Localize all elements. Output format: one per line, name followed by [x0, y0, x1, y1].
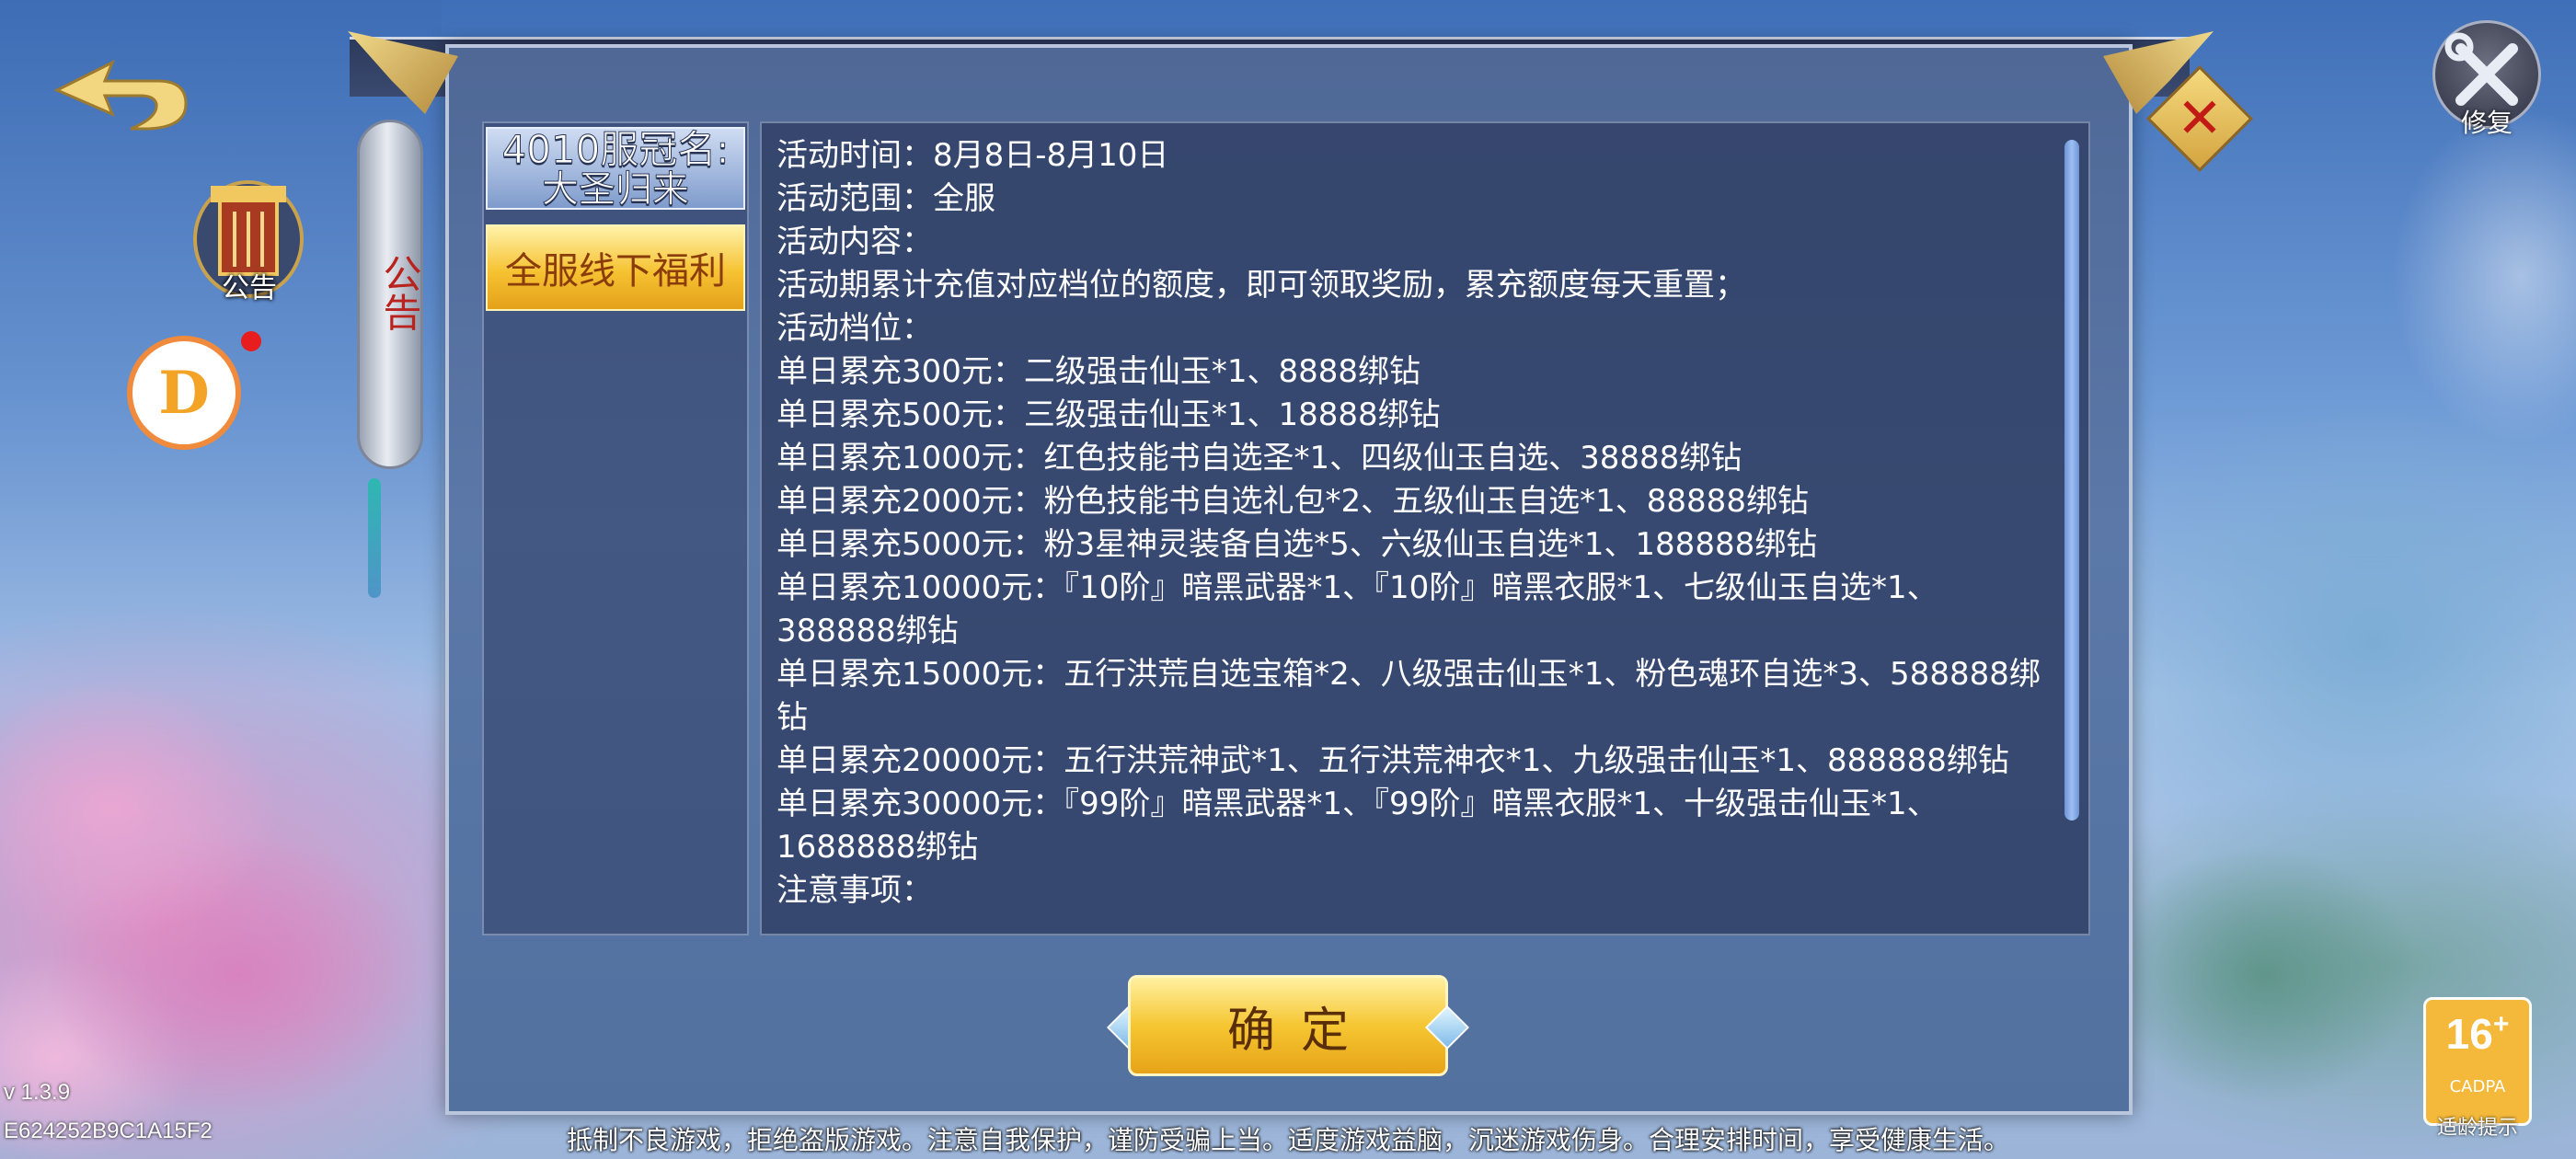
version-label: v 1.3.9 [4, 1080, 71, 1105]
content-line: 单日累充10000元：『10阶』暗黑武器*1、『10阶』暗黑衣服*1、七级仙玉自… [776, 569, 1938, 649]
content-line: 活动内容： [776, 224, 933, 260]
content-line: 单日累充1000元：红色技能书自选圣*1、四级仙玉自选、38888绑钻 [776, 440, 1742, 476]
tab-offline-welfare-label: 全服线下福利 [505, 250, 726, 293]
content-line: 单日累充300元：二级强击仙玉*1、8888绑钻 [776, 353, 1421, 390]
content-scrollbar[interactable] [2064, 140, 2079, 820]
tab-offline-welfare[interactable]: 全服线下福利 [486, 224, 745, 311]
content-line: 单日累充5000元：粉3星神灵装备自选*5、六级仙玉自选*1、188888绑钻 [776, 526, 1818, 563]
tab-server-crown-line1: 4010服冠名: [501, 127, 730, 172]
content-line: 单日累充500元：三级强击仙玉*1、18888绑钻 [776, 396, 1441, 433]
repair-label: 修复 [2460, 108, 2513, 138]
content-line: 注意事项： [776, 872, 933, 909]
back-arrow-icon [53, 59, 188, 131]
announcement-text: 活动时间：8月8日-8月10日 活动范围：全服 活动内容： 活动期累计充值对应档… [776, 134, 2046, 912]
d-letter: D [158, 358, 210, 428]
content-line: 活动时间：8月8日-8月10日 [776, 137, 1169, 174]
age-rating-org: CADPA [2449, 1077, 2506, 1096]
age-rating-tip: 适龄提示 [2436, 1117, 2518, 1140]
background-scenery-right [2134, 0, 2576, 1159]
content-line: 单日累充30000元：『99阶』暗黑武器*1、『99阶』暗黑衣服*1、十级强击仙… [776, 786, 1938, 866]
age-rating-number: 16+ [2426, 1009, 2529, 1059]
confirm-label: 确定 [1226, 1003, 1374, 1059]
back-button[interactable] [48, 53, 195, 136]
tassel-ornament [368, 478, 381, 598]
banner-scroll-title: 公告 [377, 254, 422, 331]
health-tip-text: 抵制不良游戏，拒绝盗版游戏。注意自我保护，谨防受骗上当。适度游戏益脑，沉迷游戏伤… [566, 1125, 2009, 1155]
notification-dot [241, 331, 261, 351]
content-line: 活动期累计充值对应档位的额度，即可领取奖励，累充额度每天重置； [776, 267, 1746, 304]
d-event-icon[interactable]: D [127, 336, 241, 450]
age-rating-badge[interactable]: 16+ CADPA [2423, 997, 2532, 1126]
content-line: 单日累充15000元：五行洪荒自选宝箱*2、八级强击仙玉*1、粉色魂环自选*3、… [776, 656, 2041, 736]
tab-server-crown-line2: 大圣归来 [542, 168, 690, 211]
content-line: 单日累充20000元：五行洪荒神武*1、五行洪荒神衣*1、九级强击仙玉*1、88… [776, 742, 2009, 779]
content-line: 活动档位： [776, 310, 933, 347]
announcement-content-panel[interactable]: 活动时间：8月8日-8月10日 活动范围：全服 活动内容： 活动期累计充值对应档… [760, 121, 2090, 935]
content-line: 活动范围：全服 [776, 180, 995, 217]
content-line: 单日累充2000元：粉色技能书自选礼包*2、五级仙玉自选*1、88888绑钻 [776, 483, 1809, 520]
age-value: 16 [2445, 1010, 2493, 1058]
notice-side-label: 公告 [222, 272, 277, 304]
age-plus: + [2492, 1009, 2510, 1039]
confirm-button[interactable]: 确定 [1128, 975, 1448, 1076]
tab-server-crown[interactable]: 4010服冠名: 大圣归来 [486, 127, 745, 211]
